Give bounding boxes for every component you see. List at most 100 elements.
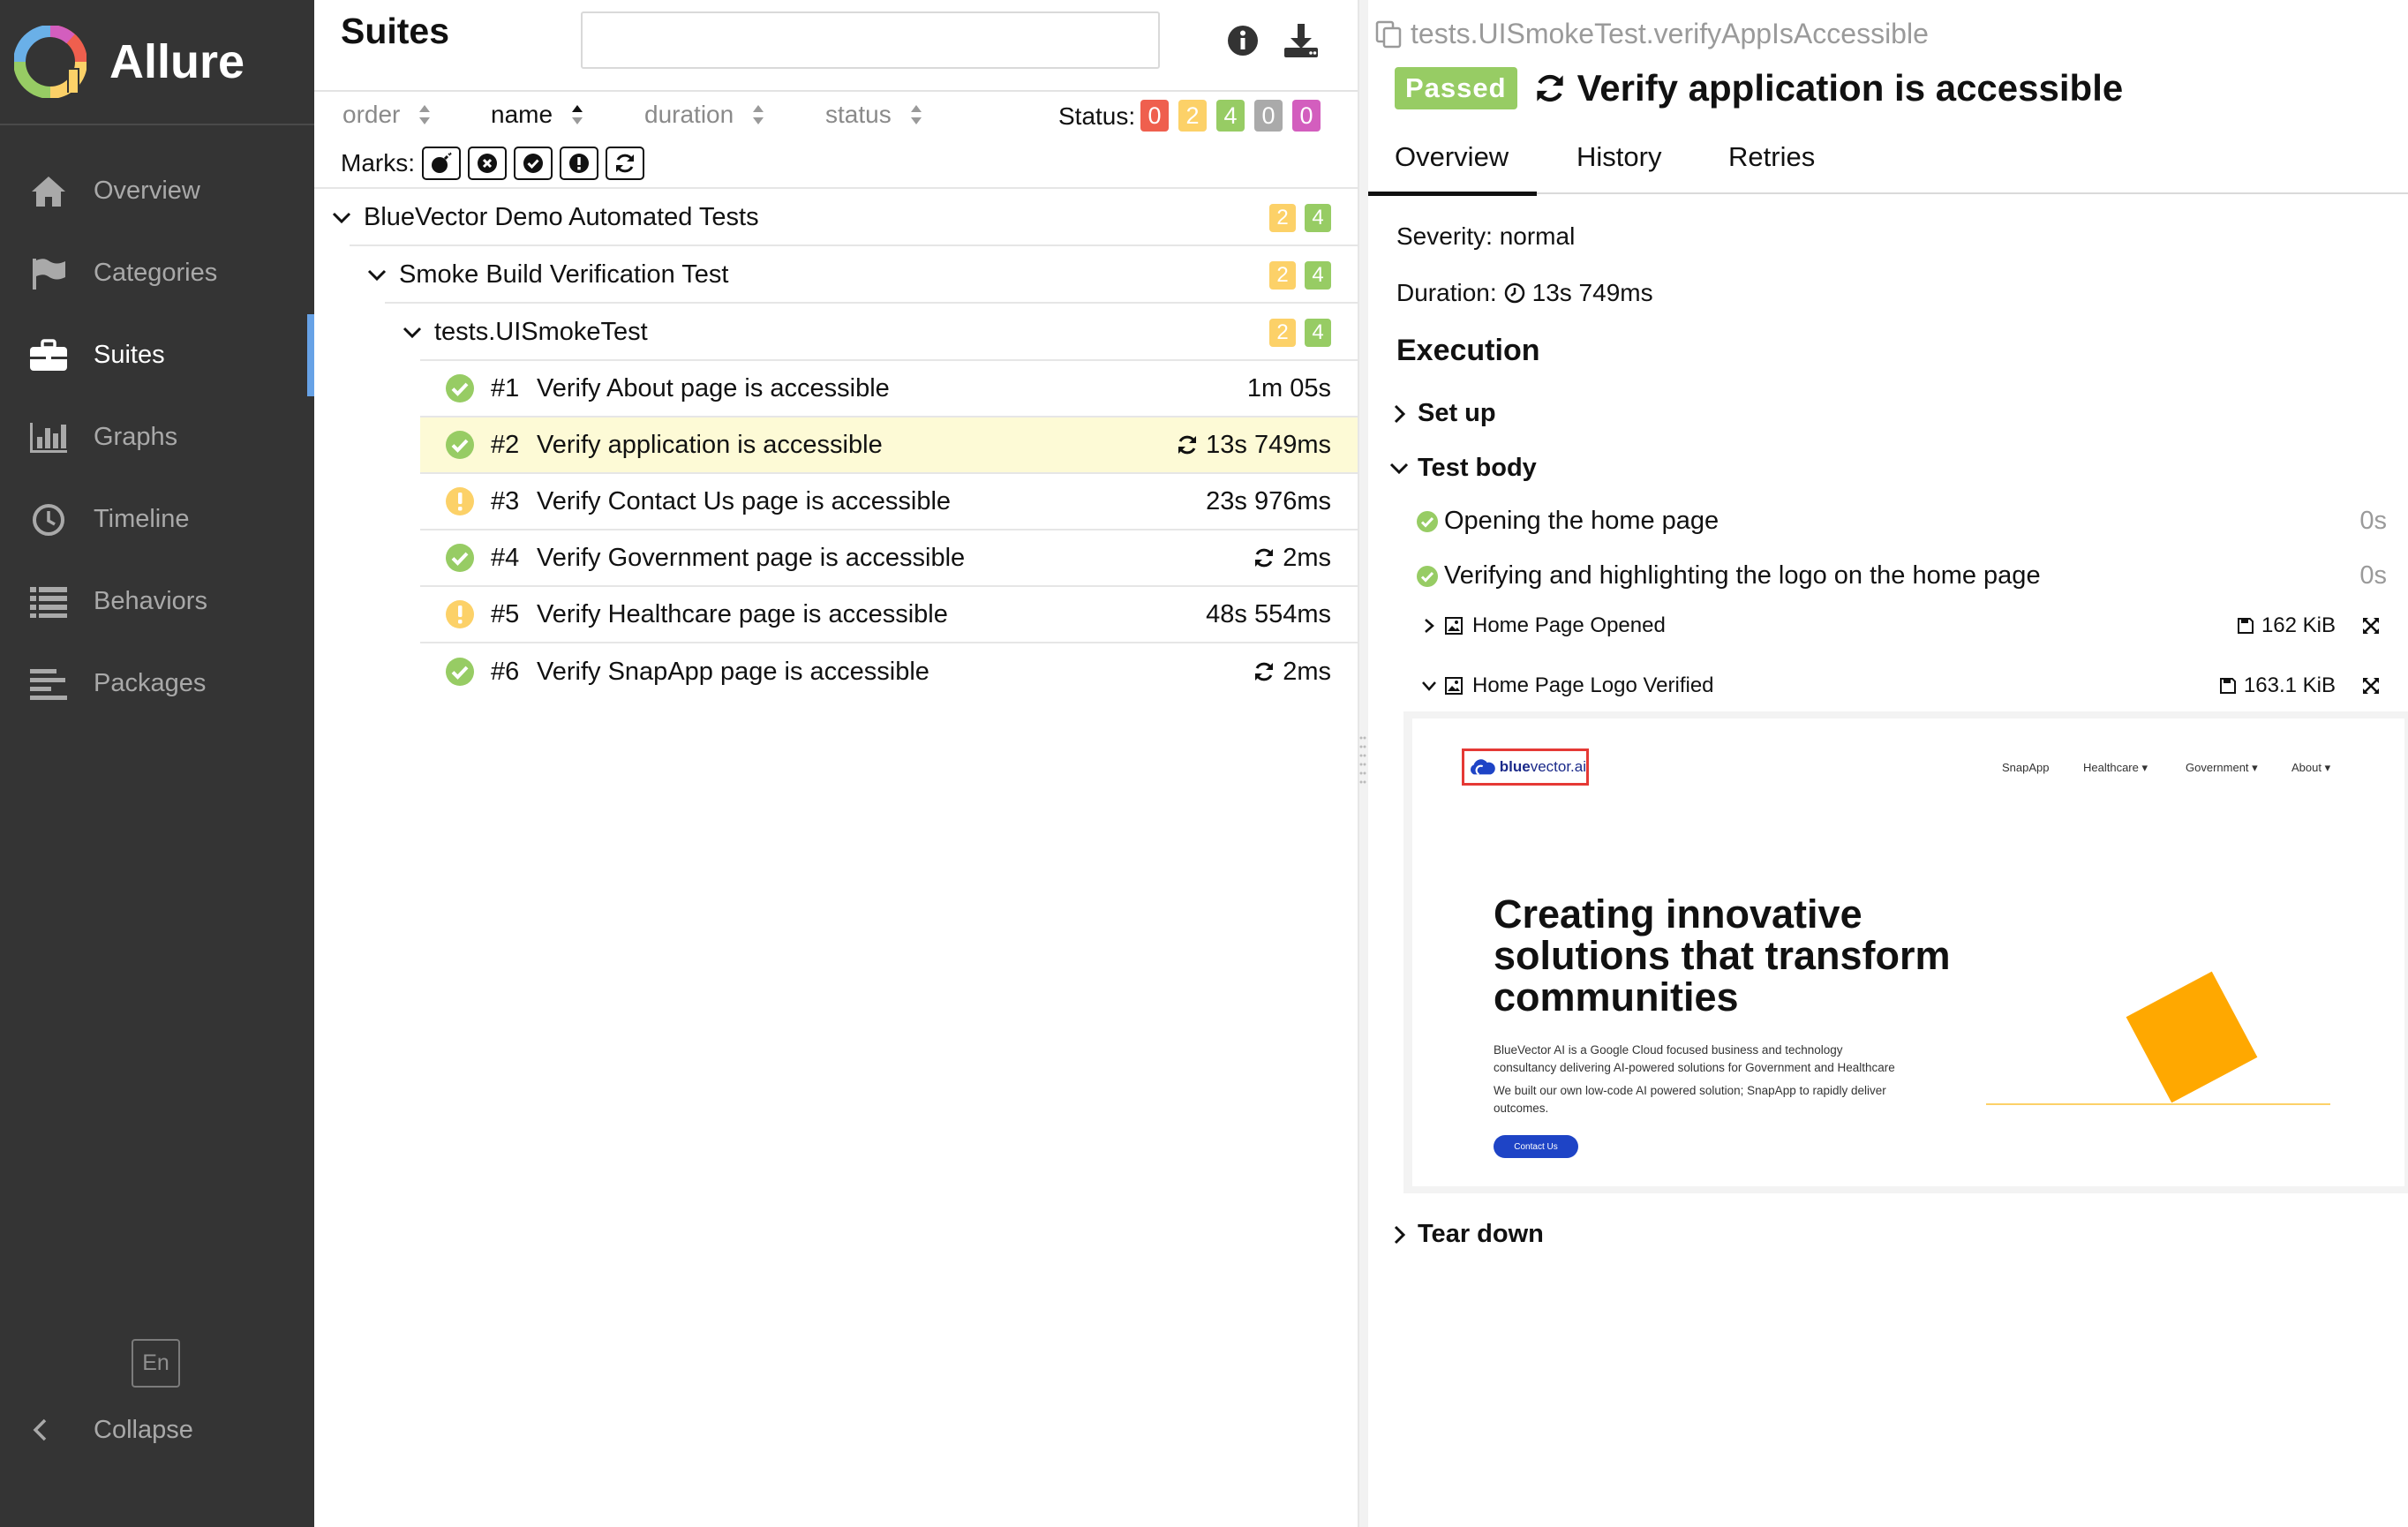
attachment-row[interactable]: Home Page Logo Verified 163.1 KiB [1419,673,2390,699]
status-filter-unknown[interactable]: 0 [1292,100,1321,132]
setup-label: Set up [1418,399,1496,427]
duration-text: 23s 976ms [1206,486,1331,515]
chevron-right-icon [1386,1222,1412,1248]
mark-new-broken-button[interactable] [560,147,598,180]
sort-name-button[interactable]: name [491,101,584,129]
sidebar-item-packages[interactable]: Packages [0,643,314,725]
attachment-row[interactable]: Home Page Opened 162 KiB [1419,613,2390,639]
test-full-name[interactable]: tests.UISmokeTest.verifyAppIsAccessible [1375,18,1929,50]
expand-icon[interactable] [2360,615,2382,636]
test-row[interactable]: #4 Verify Government page is accessible … [420,530,1358,587]
sidebar-item-suites[interactable]: Suites [0,314,314,396]
sort-label: name [491,101,553,128]
sort-status-button[interactable]: status [825,101,923,129]
suites-pane: Suites order name duration status Status… [314,0,1358,1527]
test-row-selected[interactable]: #2 Verify application is accessible 13s … [420,417,1358,474]
drag-handle-icon[interactable] [1358,734,1367,791]
decorative-shape [2126,971,2258,1103]
status-badge: Passed [1395,67,1517,109]
hero-line: solutions that transform [1494,933,1951,978]
hero-line: communities [1494,974,1739,1019]
hero-paragraph: We built our own low-code AI powered sol… [1494,1082,1886,1117]
attachment-label: Home Page Logo Verified [1472,673,1714,697]
retry-icon [616,154,634,173]
retry-icon [1178,435,1197,455]
info-icon[interactable] [1225,23,1260,58]
broken-status-icon [446,487,474,515]
status-filter-passed[interactable]: 4 [1216,100,1245,132]
sort-order-button[interactable]: order [342,101,432,129]
sort-label: duration [644,101,734,128]
brand[interactable]: Allure [0,0,314,125]
passed-count-badge: 4 [1305,260,1331,290]
suite-group-row[interactable]: BlueVector Demo Automated Tests 2 4 [314,189,1358,246]
test-name: Verify SnapApp page is accessible [537,657,929,686]
suite-group-row[interactable]: Smoke Build Verification Test 2 4 [314,246,1358,304]
tab-overview[interactable]: Overview [1367,141,1538,196]
sidebar-item-categories[interactable]: Categories [0,232,314,314]
step-row[interactable]: Opening the home page 0s [1416,507,2387,536]
mark-new-passed-button[interactable] [514,147,553,180]
copy-icon[interactable] [1375,20,1402,49]
collapse-button[interactable]: Collapse [32,1409,193,1451]
mark-new-failed-button[interactable] [468,147,507,180]
size-text: 163.1 KiB [2243,673,2336,697]
tab-history[interactable]: History [1576,141,1661,194]
test-row[interactable]: #3 Verify Contact Us page is accessible … [420,474,1358,530]
broken-status-icon [446,600,474,628]
status-filter-failed[interactable]: 0 [1140,100,1169,132]
duration-text: 48s 554ms [1206,599,1331,628]
teardown-section[interactable]: Tear down [1386,1220,1544,1249]
exclamation-circle-icon [569,154,589,173]
sidebar-item-label: Graphs [94,423,178,451]
test-duration: 2ms [1253,544,1331,573]
retry-icon [1255,548,1274,568]
test-duration: 13s 749ms [1176,431,1331,460]
sort-label: status [825,101,892,128]
step-row[interactable]: Verifying and highlighting the logo on t… [1416,561,2387,590]
sort-label: order [342,101,401,128]
broken-count-badge: 2 [1269,203,1296,232]
tab-retries[interactable]: Retries [1728,141,1815,194]
duration-text: 1m 05s [1246,373,1331,402]
language-switch[interactable]: En [132,1339,180,1388]
hero-paragraph: BlueVector AI is a Google Cloud focused … [1494,1042,1895,1077]
flag-icon [28,253,69,294]
mark-flaky-button[interactable] [422,147,461,180]
expand-icon[interactable] [2360,675,2382,696]
suite-group-label: Smoke Build Verification Test [399,260,729,289]
attachment-preview[interactable]: blue vector.ai SnapApp Healthcare ▾ Gover… [1403,711,2408,1193]
align-left-icon [28,664,69,704]
check-circle-icon [523,154,543,173]
step-duration: 0s [2359,507,2387,535]
setup-section[interactable]: Set up [1386,399,1496,428]
sidebar-item-graphs[interactable]: Graphs [0,396,314,478]
sort-icon [753,105,764,124]
logo-bold-text: blue [1499,758,1531,775]
search-input[interactable] [581,11,1160,69]
test-row[interactable]: #5 Verify Healthcare page is accessible … [420,587,1358,643]
test-row[interactable]: #1 Verify About page is accessible 1m 05… [420,361,1358,417]
test-number: #4 [491,543,520,572]
test-name: Verify Contact Us page is accessible [537,486,952,515]
sidebar-item-label: Categories [94,259,218,287]
sidebar-item-timeline[interactable]: Timeline [0,478,314,560]
suite-group-row[interactable]: tests.UISmokeTest 2 4 [314,304,1358,361]
image-icon [1445,677,1463,695]
test-body-section[interactable]: Test body [1386,454,1537,483]
download-icon[interactable] [1282,21,1321,60]
status-filter-skipped[interactable]: 0 [1254,100,1283,132]
test-number: #2 [491,430,520,459]
sidebar-item-overview[interactable]: Overview [0,150,314,232]
sort-duration-button[interactable]: duration [644,101,765,129]
test-row[interactable]: #6 Verify SnapApp page is accessible 2ms [420,643,1358,700]
full-name-text: tests.UISmokeTest.verifyAppIsAccessible [1411,18,1929,49]
mark-retries-button[interactable] [606,147,644,180]
site-nav-item: SnapApp [2002,761,2050,774]
app-name: Allure [109,35,245,88]
sidebar-item-behaviors[interactable]: Behaviors [0,560,314,643]
attachment-size: 162 KiB [2237,613,2336,638]
status-filter-broken[interactable]: 2 [1178,100,1207,132]
passed-status-icon [446,544,474,572]
attachment-size: 163.1 KiB [2219,673,2336,698]
